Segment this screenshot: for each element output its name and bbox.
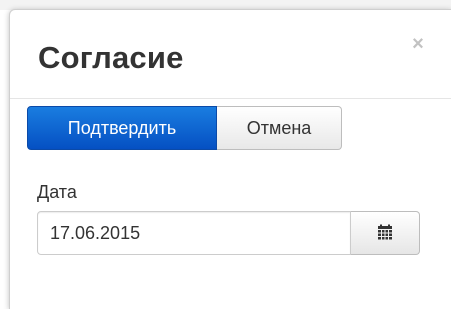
action-button-group: Подтвердить Отмена [27, 106, 342, 150]
calendar-button[interactable] [351, 211, 420, 255]
title-divider [10, 98, 451, 99]
calendar-icon [377, 224, 393, 243]
close-icon[interactable]: × [408, 34, 428, 54]
date-label: Дата [37, 182, 77, 202]
date-input[interactable] [37, 211, 351, 255]
consent-dialog: Согласие × Подтвердить Отмена Дата [9, 9, 451, 309]
confirm-button[interactable]: Подтвердить [27, 106, 217, 150]
date-input-group [37, 211, 420, 255]
dialog-title: Согласие [38, 40, 184, 75]
cancel-button[interactable]: Отмена [217, 106, 342, 150]
